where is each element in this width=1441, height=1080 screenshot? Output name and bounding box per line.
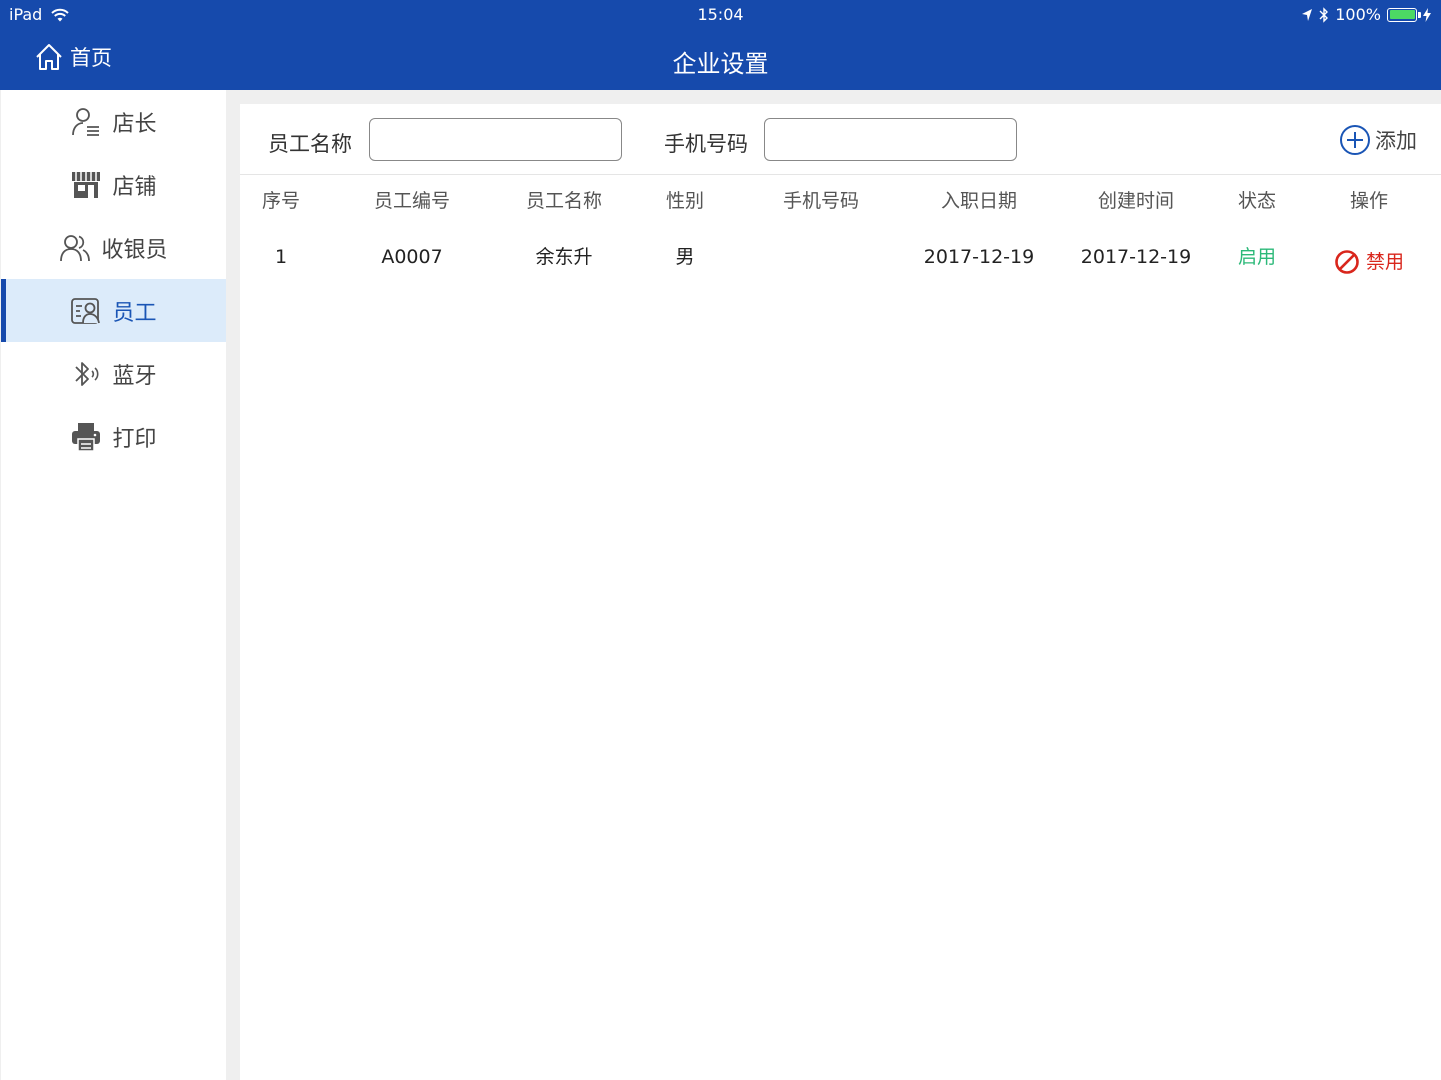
sidebar-item-cashier[interactable]: 收银员 — [1, 216, 226, 279]
sidebar-item-label: 员工 — [112, 300, 157, 326]
cell-created: 2017-12-19 — [1080, 246, 1192, 268]
bluetooth-icon — [75, 361, 99, 386]
add-label: 添加 — [1375, 129, 1417, 153]
sidebar-item-employee[interactable]: 员工 — [1, 279, 226, 342]
top-bar: iPad 15:04 100% 首页 企业设置 — [0, 0, 1441, 90]
employee-name-input[interactable] — [369, 118, 622, 161]
employee-name-label: 员工名称 — [268, 132, 352, 156]
employee-table: 序号 员工编号 员工名称 性别 手机号码 入职日期 创建时间 状态 操作 1 A… — [240, 186, 1441, 282]
cell-name: 余东升 — [535, 246, 593, 268]
status-bar-right: 100% — [1301, 5, 1431, 24]
store-icon — [72, 171, 101, 198]
status-badge: 启用 — [1237, 246, 1277, 268]
disable-label: 禁用 — [1365, 251, 1405, 273]
sidebar-item-manager[interactable]: 店长 — [1, 90, 226, 153]
add-button[interactable]: 添加 — [1339, 124, 1417, 156]
sidebar-item-label: 收银员 — [101, 237, 168, 263]
table-header: 序号 员工编号 员工名称 性别 手机号码 入职日期 创建时间 状态 操作 — [240, 186, 1441, 226]
header-created: 创建时间 — [1097, 190, 1175, 212]
sidebar-item-label: 店铺 — [112, 174, 157, 200]
prohibit-icon — [1335, 250, 1359, 274]
sidebar-item-label: 店长 — [112, 111, 157, 137]
header-action: 操作 — [1349, 190, 1389, 212]
sidebar-item-label: 打印 — [112, 426, 157, 452]
employee-icon — [71, 297, 101, 324]
page-title: 企业设置 — [672, 50, 769, 78]
sidebar-item-print[interactable]: 打印 — [1, 405, 226, 468]
charging-icon — [1423, 7, 1431, 22]
plus-circle-icon — [1340, 125, 1370, 155]
location-icon — [1302, 8, 1313, 21]
header-index: 序号 — [261, 190, 301, 212]
manager-icon — [72, 107, 100, 136]
header-status: 状态 — [1237, 190, 1277, 212]
cell-hire-date: 2017-12-19 — [923, 246, 1035, 268]
cell-code: A0007 — [381, 246, 443, 268]
status-time: 15:04 — [697, 5, 744, 24]
header-code: 员工编号 — [373, 190, 451, 212]
table-row[interactable]: 1 A0007 余东升 男 2017-12-19 2017-12-19 启用 禁… — [240, 242, 1441, 282]
divider — [240, 174, 1441, 175]
header-hire-date: 入职日期 — [940, 190, 1018, 212]
employee-panel: 员工名称 手机号码 添加 序号 员工编号 员工名称 性别 手机号码 入职日期 创… — [240, 104, 1441, 1080]
sidebar: 店长 店铺 收银员 员工 蓝牙 打印 — [1, 90, 226, 1080]
battery-icon — [1387, 7, 1421, 22]
header-gender: 性别 — [665, 190, 705, 212]
bluetooth-status-icon — [1319, 6, 1329, 23]
phone-label: 手机号码 — [664, 132, 748, 156]
disable-button[interactable]: 禁用 — [1334, 242, 1404, 282]
search-bar: 员工名称 手机号码 添加 — [240, 104, 1441, 174]
header-name: 员工名称 — [525, 190, 603, 212]
cell-gender: 男 — [675, 246, 695, 268]
header-phone: 手机号码 — [782, 190, 860, 212]
printer-icon — [72, 422, 101, 452]
cashier-icon — [60, 234, 91, 261]
sidebar-item-bluetooth[interactable]: 蓝牙 — [1, 342, 226, 405]
phone-input[interactable] — [764, 118, 1017, 161]
sidebar-item-store[interactable]: 店铺 — [1, 153, 226, 216]
sidebar-item-label: 蓝牙 — [112, 363, 157, 389]
battery-percent: 100% — [1335, 5, 1381, 24]
cell-index: 1 — [274, 246, 288, 268]
